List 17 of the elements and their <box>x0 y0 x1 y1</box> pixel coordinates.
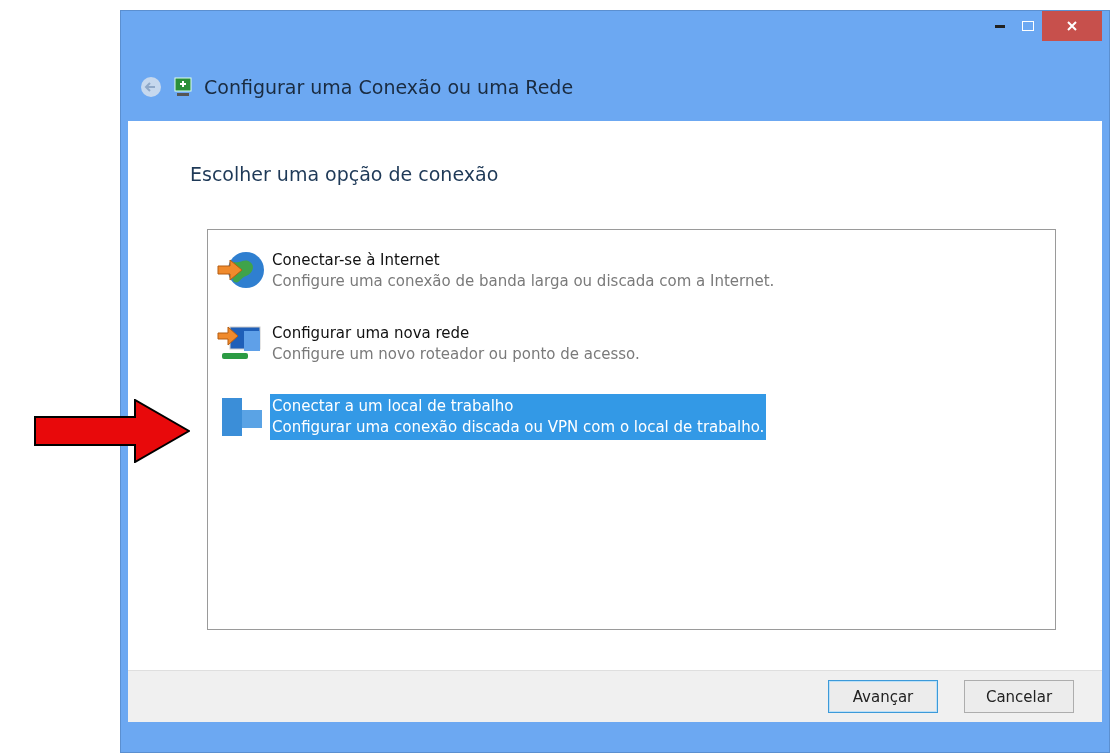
connection-option[interactable]: Conectar-se à Internet Configure uma conexão de banda larga ou discada com a Internet. <box>270 248 777 295</box>
dialog-button[interactable]: Avançar <box>828 680 938 714</box>
page-heading: Escolher uma opção de conexão <box>190 163 500 186</box>
close-icon <box>1067 21 1077 31</box>
option-description: Configure um novo roteador ou ponto de acesso. <box>272 344 640 366</box>
option-title: Configurar uma nova rede <box>272 323 471 345</box>
maximize-icon[interactable] <box>1022 21 1034 31</box>
option-description: Configure uma conexão de banda larga ou discada com a Internet. <box>272 271 775 293</box>
close-button[interactable] <box>1042 11 1102 41</box>
window-title: Configurar uma Conexão ou uma Rede <box>204 76 574 99</box>
minimize-icon[interactable] <box>995 24 1005 28</box>
option-title: Conectar a um local de trabalho <box>272 396 515 418</box>
option-title: Conectar-se à Internet <box>272 250 441 272</box>
connection-option[interactable]: Configurar uma nova rede Configure um novo roteador ou ponto de acesso. <box>270 321 642 368</box>
option-description: Configurar uma conexão discada ou VPN com o local de trabalho. <box>272 417 765 439</box>
network-icon <box>172 76 194 99</box>
dialog-button[interactable]: Cancelar <box>964 680 1074 714</box>
